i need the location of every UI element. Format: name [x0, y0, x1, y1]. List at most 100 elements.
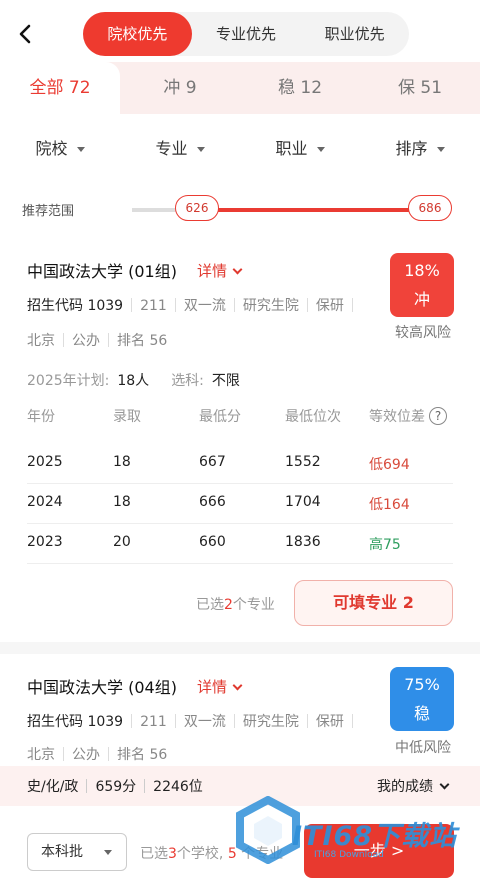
tag: 双一流: [183, 298, 226, 314]
cell-admit: 20: [113, 534, 131, 550]
next-step-button[interactable]: 一步 >: [304, 824, 454, 878]
caret-down-icon: [76, 147, 85, 152]
help-icon[interactable]: ?: [429, 407, 447, 425]
col-equiv-diff-label: 等效位差: [369, 409, 425, 425]
batch-select[interactable]: 本科批: [27, 833, 127, 871]
detail-link[interactable]: 详情: [197, 260, 243, 281]
tab-reach-label: 冲: [163, 78, 181, 98]
score-bar: 史/化/政 659分 2246位 我的成绩: [0, 766, 480, 806]
subjects: 史/化/政: [27, 779, 79, 795]
tab-match-count: 12: [300, 78, 323, 98]
school-location: 北京 公办 排名 56: [27, 330, 167, 350]
cell-admit: 18: [113, 494, 131, 510]
cell-year: 2023: [27, 534, 63, 550]
school-title: 中国政法大学 (04组): [27, 678, 177, 697]
cell-diff: 低694: [369, 457, 410, 473]
back-arrow-icon[interactable]: [14, 22, 38, 46]
filter-sort-label: 排序: [395, 139, 428, 158]
table-row: 2023 20 660 1836 高75: [27, 524, 453, 564]
cell-diff: 高75: [369, 537, 401, 553]
bottom-action-bar: 本科批 已选3个学校, 5 个专业 一步 >: [0, 806, 480, 881]
risk-badge: 18% 冲: [390, 253, 454, 317]
my-score-toggle[interactable]: 我的成绩: [377, 776, 450, 796]
col-min-score: 最低分: [199, 409, 241, 425]
tab-match[interactable]: 稳 12: [240, 62, 360, 114]
tab-all-label: 全部: [29, 78, 64, 98]
caret-down-icon: [316, 147, 325, 152]
category-tabs: 全部 72 冲 9 稳 12 保 51: [0, 62, 480, 114]
detail-label: 详情: [197, 678, 228, 696]
tag: 保研: [315, 714, 344, 730]
tab-safe-label: 保: [397, 78, 415, 98]
segment-major-priority[interactable]: 专业优先: [192, 12, 301, 56]
my-score-label: 我的成绩: [377, 779, 433, 795]
filter-sort[interactable]: 排序: [360, 135, 480, 159]
tab-all-count: 72: [68, 78, 91, 98]
caret-down-icon: [196, 147, 205, 152]
header: 院校优先 专业优先 职业优先: [0, 0, 480, 62]
filter-major-label: 专业: [155, 139, 188, 158]
filter-career[interactable]: 职业: [240, 135, 360, 159]
selected-majors-text: 已选2个专业: [196, 594, 275, 614]
plan-label: 2025年计划:: [27, 373, 110, 389]
risk-label: 较高风险: [395, 325, 451, 341]
range-max-handle[interactable]: 686: [408, 195, 452, 221]
selected-pre: 已选: [196, 597, 224, 613]
filter-career-label: 职业: [275, 139, 308, 158]
ownership: 公办: [72, 333, 100, 349]
segment-school-priority[interactable]: 院校优先: [83, 12, 192, 56]
tab-safe[interactable]: 保 51: [360, 62, 480, 114]
selected-count: 2: [224, 597, 233, 613]
risk-level: 冲: [413, 290, 430, 309]
score-summary: 史/化/政 659分 2246位: [27, 776, 203, 796]
filter-major[interactable]: 专业: [120, 135, 240, 159]
school-post: 个学校,: [176, 846, 224, 862]
location: 北京: [27, 333, 55, 349]
cell-year: 2024: [27, 494, 63, 510]
filter-school-label: 院校: [35, 139, 68, 158]
school-title: 中国政法大学 (01组): [27, 262, 177, 281]
enroll-code: 招生代码 1039: [27, 298, 124, 314]
caret-down-icon: [436, 147, 445, 152]
major-count: 5: [227, 846, 237, 862]
chevron-down-icon: [232, 264, 243, 275]
tab-reach[interactable]: 冲 9: [120, 62, 240, 114]
priority-segmented-control: 院校优先 专业优先 职业优先: [83, 12, 409, 56]
risk-label: 中低风险: [395, 740, 451, 756]
col-equiv-diff: 等效位差?: [369, 406, 447, 426]
location: 北京: [27, 747, 55, 763]
school-count: 3: [168, 846, 177, 862]
cell-min-rank: 1836: [285, 534, 321, 550]
tag: 研究生院: [242, 714, 299, 730]
selection-summary: 已选3个学校, 5 个专业: [140, 843, 283, 863]
tag: 双一流: [183, 714, 226, 730]
filter-school[interactable]: 院校: [0, 135, 120, 159]
table-row: 2024 18 666 1704 低164: [27, 484, 453, 524]
detail-link[interactable]: 详情: [197, 676, 243, 697]
fill-majors-button[interactable]: 可填专业 2: [294, 580, 453, 626]
major-post: 个专业: [241, 846, 284, 862]
detail-label: 详情: [197, 262, 228, 280]
batch-value: 本科批: [41, 844, 83, 860]
table-header: 年份 录取 最低分 最低位次 等效位差?: [27, 406, 453, 426]
enroll-code: 招生代码 1039: [27, 714, 124, 730]
tab-match-label: 稳: [277, 78, 295, 98]
tag: 211: [140, 298, 167, 314]
caret-down-icon: [104, 850, 112, 855]
school-card-1[interactable]: 中国政法大学 (01组) 详情 招生代码 1039 211 双一流 研究生院 保研 北京…: [0, 236, 480, 642]
col-admit: 录取: [113, 409, 141, 425]
enroll-plan: 2025年计划: 18人 选科: 不限: [27, 370, 262, 390]
col-year: 年份: [27, 409, 55, 425]
cell-min-rank: 1552: [285, 454, 321, 470]
rank: 2246位: [153, 779, 203, 795]
segment-career-priority[interactable]: 职业优先: [300, 12, 409, 56]
range-min-handle[interactable]: 626: [175, 195, 219, 221]
ranking: 排名 56: [117, 747, 168, 763]
sel-pre: 已选: [140, 846, 168, 862]
cell-diff: 低164: [369, 497, 410, 513]
tag: 保研: [315, 298, 344, 314]
ranking: 排名 56: [117, 333, 168, 349]
tab-all[interactable]: 全部 72: [0, 62, 120, 114]
school-tags: 招生代码 1039 211 双一流 研究生院 保研: [27, 711, 361, 731]
tab-reach-count: 9: [185, 78, 197, 98]
